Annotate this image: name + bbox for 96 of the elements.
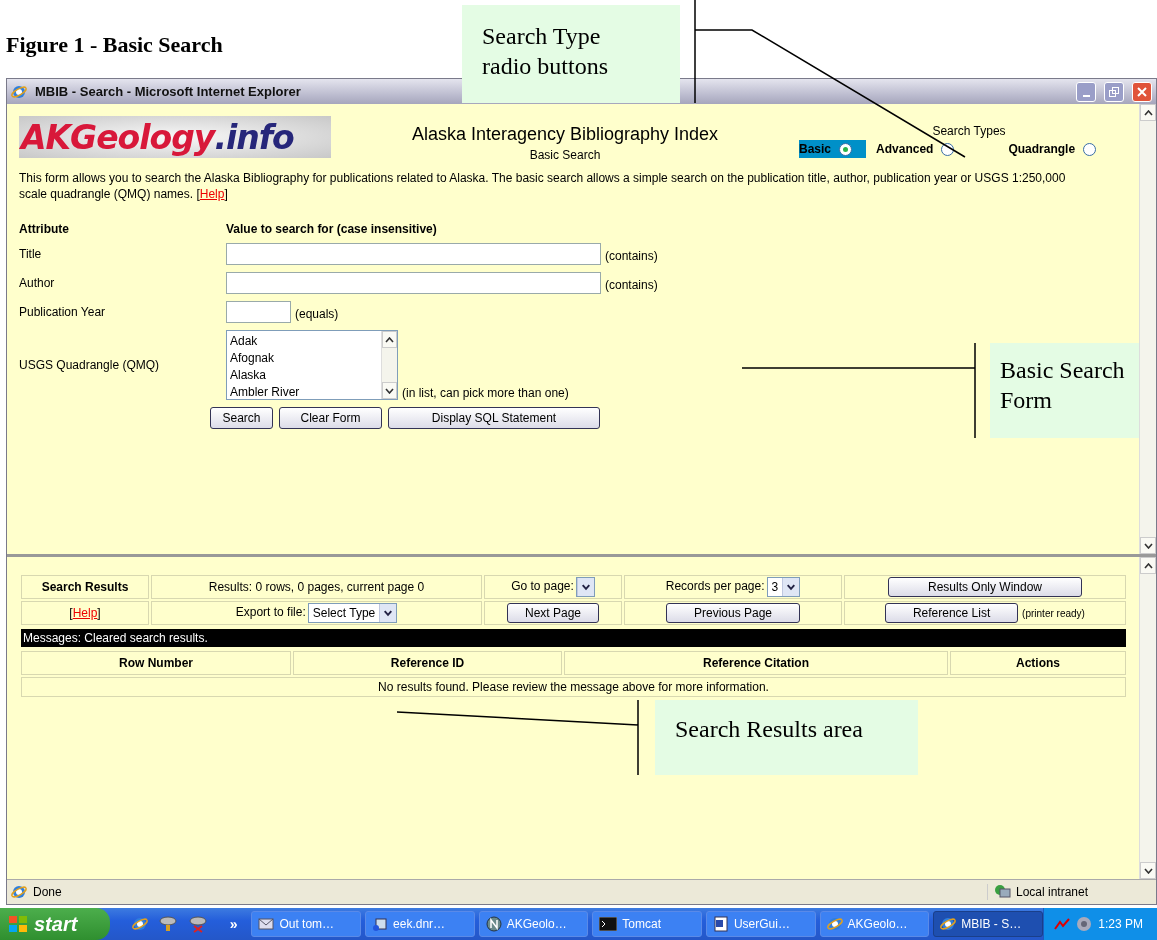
field-label: USGS Quadrangle (QMQ) (19, 358, 161, 372)
field-label: Title (19, 247, 43, 261)
field-note: (contains) (605, 278, 658, 292)
page-subheading: Basic Search (528, 148, 602, 162)
column-header: Attribute (19, 222, 70, 236)
column-header: Reference ID (390, 656, 465, 670)
taskbar-button[interactable]: UserGui… (705, 911, 816, 937)
search-type-option[interactable]: Basic (799, 140, 867, 158)
browser-icon (11, 884, 27, 900)
callout: Basic Search Form (990, 343, 1139, 438)
network-activity-icon (1053, 917, 1070, 931)
results-title: Search Results (41, 580, 129, 594)
export-select[interactable]: Select Type (307, 603, 398, 623)
page-heading: Alaska Interagency Bibliography Index (410, 124, 720, 145)
input-field[interactable] (226, 272, 601, 294)
form-button[interactable]: Clear Form (279, 407, 382, 429)
form-button[interactable]: Search (210, 407, 273, 429)
next-page-button[interactable]: Next Page (507, 603, 599, 623)
caret-up-icon (1143, 562, 1153, 569)
minimize-icon (1082, 94, 1090, 97)
server-icon[interactable] (157, 915, 178, 933)
browser-icon (131, 916, 148, 932)
field-label: Records per page: (665, 579, 765, 594)
figure-title: Figure 1 - Basic Search (6, 32, 223, 58)
list-option[interactable]: Ambler River (230, 384, 378, 401)
list-option[interactable]: Adak (230, 333, 378, 350)
speaker-icon (1075, 916, 1092, 932)
browser-icon (940, 916, 957, 932)
terminal-icon (599, 917, 618, 931)
browser-icon (11, 83, 27, 100)
column-header: Actions (1016, 656, 1060, 670)
previous-page-button[interactable]: Previous Page (666, 603, 800, 623)
flag-icon (8, 915, 28, 933)
callout: Search Results area (655, 700, 918, 775)
caret-down-icon (576, 578, 594, 596)
caret-down-icon (385, 387, 394, 394)
help-text: [Help] (69, 606, 101, 620)
empty-message: No results found. Please review the message above for more information. (378, 680, 769, 694)
field-note: (contains) (605, 249, 658, 263)
taskbar-button[interactable]: AKGeolo… (819, 911, 930, 937)
taskbar-button[interactable]: eek.dnr… (365, 911, 475, 937)
list-option[interactable]: Alaska (230, 367, 378, 384)
close-icon (1137, 86, 1147, 97)
description-text: This form allows you to search the Alaska Bibliography for publications related to Alaska. The basic search allows a simple search on the publication title, author, publication year or USGS 1:250,000 scale quadrangle (QMQ) names. [Help] (19, 170, 1067, 202)
input-field[interactable] (226, 301, 291, 323)
envelope-icon (258, 917, 275, 931)
form-button[interactable]: Display SQL Statement (388, 407, 600, 429)
window-title: MBIB - Search - Microsoft Internet Explorer (35, 84, 302, 99)
column-header: Reference Citation (703, 656, 809, 670)
results-window-button[interactable]: Results Only Window (888, 577, 1082, 597)
input-field[interactable] (226, 243, 601, 265)
field-label: Go to page: (511, 579, 574, 594)
status-text: Done (33, 885, 63, 899)
callout: Search Type radio buttons (462, 5, 680, 103)
minimize-button[interactable] (1076, 81, 1096, 102)
caret-down-icon (782, 578, 800, 596)
network-icon (372, 916, 389, 932)
column-header: Row Number (119, 656, 193, 670)
document-icon (712, 916, 729, 932)
restore-button[interactable] (1104, 81, 1124, 102)
field-label: Export to file: (235, 605, 306, 620)
search-type-option[interactable]: Quadrangle (1008, 140, 1111, 158)
zone-text: Local intranet (1016, 885, 1089, 899)
restore-icon (1109, 86, 1119, 97)
column-header: Value to search for (case insensitive) (226, 222, 437, 236)
browser-icon (826, 916, 843, 932)
reference-list-button[interactable]: Reference List (885, 603, 1019, 623)
taskbar-button[interactable]: Out tom… (251, 911, 362, 937)
field-label: Publication Year (19, 305, 107, 319)
taskbar-button[interactable]: AKGeolo… (478, 911, 589, 937)
close-button[interactable] (1132, 81, 1152, 102)
caret-down-icon (1143, 867, 1153, 874)
field-note: (equals) (295, 307, 339, 321)
caret-down-icon (379, 604, 397, 622)
search-types-label: Search Types (931, 124, 1007, 138)
field-note: (in list, can pick more than one) (402, 386, 569, 400)
message-bar: Messages: Cleared search results. (21, 629, 1126, 647)
clock: 1:23 PM (1098, 917, 1143, 931)
caret-up-icon (1143, 109, 1153, 116)
printer-note: (printer ready) (1022, 608, 1085, 619)
caret-up-icon (385, 336, 394, 343)
taskbar-button[interactable]: Tomcat (592, 911, 702, 937)
overflow-button[interactable]: » (229, 916, 238, 932)
field-label: Author (19, 276, 56, 290)
server-icon[interactable] (187, 915, 208, 933)
taskbar-button[interactable]: MBIB - S… (933, 911, 1043, 937)
records-select[interactable]: 3 (766, 577, 801, 597)
list-option[interactable]: Afognak (230, 350, 378, 367)
globe-icon (485, 916, 502, 932)
computer-icon (994, 884, 1012, 900)
list-box[interactable]: Adak Afognak Alaska Ambler River (226, 330, 398, 400)
search-type-option[interactable]: Advanced (876, 140, 969, 158)
logo: AKGeology.info (19, 116, 331, 158)
caret-down-icon (1143, 542, 1153, 549)
page-select[interactable] (575, 577, 595, 597)
results-summary: Results: 0 rows, 0 pages, current page 0 (208, 580, 425, 594)
